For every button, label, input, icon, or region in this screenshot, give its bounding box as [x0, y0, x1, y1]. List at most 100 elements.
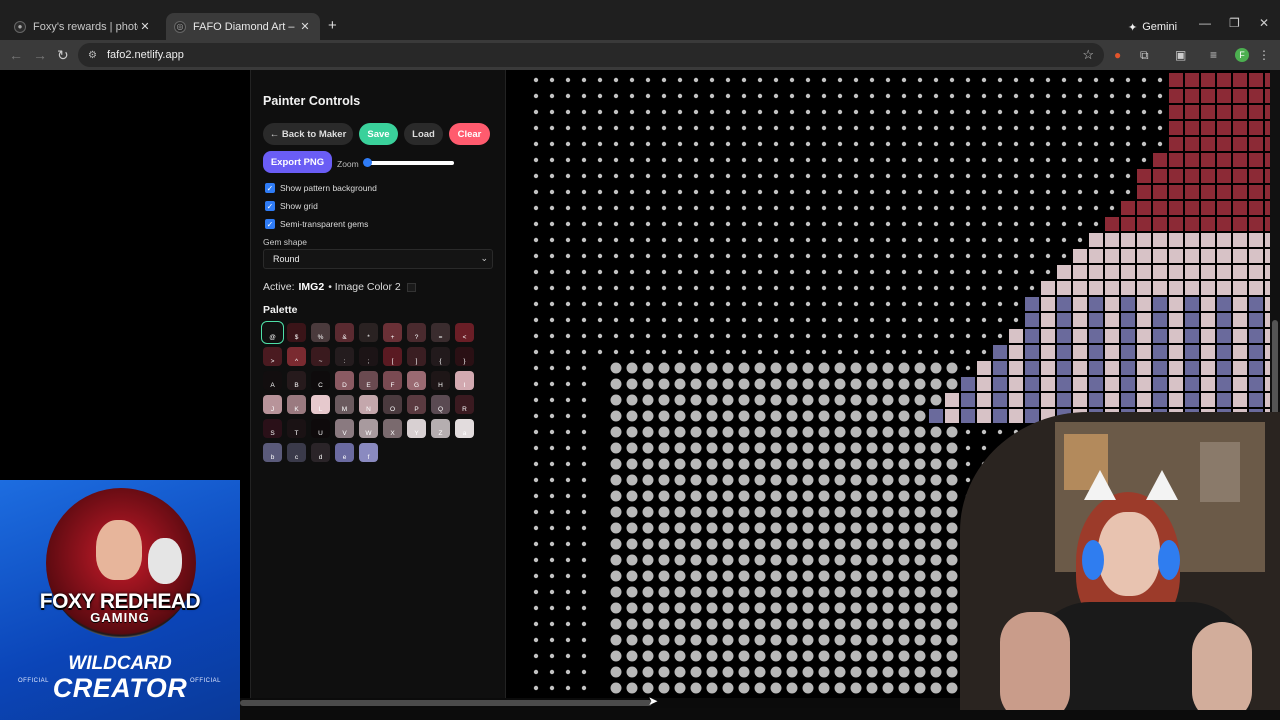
palette-swatch[interactable]: Y — [407, 419, 426, 438]
tab-foxys-rewards[interactable]: ● Foxy's rewards | photos, Goth C ✕ — [6, 13, 160, 40]
semi-transparent-gems-checkbox[interactable]: ✓ Semi-transparent gems — [265, 219, 368, 229]
palette-swatch[interactable]: U — [311, 419, 330, 438]
palette-swatch[interactable]: } — [455, 347, 474, 366]
palette-swatch[interactable]: V — [335, 419, 354, 438]
palette-swatch[interactable]: L — [311, 395, 330, 414]
profile-avatar[interactable]: F — [1235, 48, 1249, 62]
palette-swatch[interactable]: H — [431, 371, 450, 390]
back-icon[interactable]: ← — [9, 47, 23, 63]
palette-swatch[interactable]: d — [311, 443, 330, 462]
zoom-slider[interactable] — [366, 161, 454, 165]
palette-swatch[interactable]: M — [335, 395, 354, 414]
bead — [1141, 109, 1147, 115]
bead — [549, 317, 555, 323]
menu-kebab-icon[interactable]: ⋮ — [1258, 48, 1270, 62]
palette-swatch[interactable]: c — [287, 443, 306, 462]
palette-swatch[interactable]: b — [263, 443, 282, 462]
palette-swatch[interactable]: Z — [431, 419, 450, 438]
palette-swatch[interactable]: f — [359, 443, 378, 462]
horizontal-scroll-thumb[interactable] — [240, 700, 652, 706]
palette-swatch[interactable]: $ — [287, 323, 306, 342]
bookmark-star-icon[interactable]: ☆ — [1082, 47, 1094, 63]
palette-swatch[interactable]: a — [455, 419, 474, 438]
palette-swatch[interactable]: % — [311, 323, 330, 342]
clear-button[interactable]: Clear — [449, 123, 490, 145]
reload-icon[interactable]: ↻ — [57, 47, 69, 64]
palette-swatch[interactable]: ? — [407, 323, 426, 342]
palette-swatch[interactable]: @ — [261, 321, 284, 344]
close-icon[interactable]: ✕ — [298, 20, 312, 33]
palette-swatch[interactable]: G — [407, 371, 426, 390]
palette-swatch[interactable]: = — [431, 323, 450, 342]
minimize-icon[interactable]: — — [1199, 16, 1211, 30]
palette-swatch[interactable]: K — [287, 395, 306, 414]
back-to-maker-button[interactable]: ← Back to Maker — [263, 123, 353, 145]
palette-swatch[interactable]: O — [383, 395, 402, 414]
bead — [658, 586, 670, 598]
bead — [885, 141, 891, 147]
bead — [645, 173, 651, 179]
bead — [626, 410, 638, 422]
palette-swatch[interactable]: < — [455, 323, 474, 342]
palette-swatch[interactable]: X — [383, 419, 402, 438]
palette-swatch[interactable]: I — [455, 371, 474, 390]
zoom-slider-thumb[interactable] — [363, 158, 372, 167]
extension-fox-icon[interactable]: ● — [1114, 48, 1121, 62]
palette-swatch[interactable]: * — [359, 323, 378, 342]
url-input[interactable]: ⚙ fafo2.netlify.app ☆ — [78, 43, 1104, 67]
palette-swatch[interactable]: : — [335, 347, 354, 366]
palette-swatch[interactable]: & — [335, 323, 354, 342]
bead — [901, 157, 907, 163]
palette-swatch[interactable]: ; — [359, 347, 378, 366]
palette-swatch[interactable]: P — [407, 395, 426, 414]
restore-icon[interactable]: ❐ — [1229, 16, 1240, 30]
downloads-icon[interactable]: ≡ — [1210, 48, 1217, 62]
palette-swatch[interactable]: ^ — [287, 347, 306, 366]
palette-swatch[interactable]: W — [359, 419, 378, 438]
checkbox-label: Show grid — [280, 201, 318, 211]
colored-cell — [1025, 297, 1039, 311]
palette-swatch[interactable]: [ — [383, 347, 402, 366]
palette-swatch[interactable]: E — [359, 371, 378, 390]
close-window-icon[interactable]: ✕ — [1259, 16, 1269, 30]
gemini-button[interactable]: ✦ Gemini — [1120, 17, 1185, 37]
palette-swatch[interactable]: ~ — [311, 347, 330, 366]
new-tab-button[interactable]: + — [328, 17, 337, 34]
palette-swatch[interactable]: Q — [431, 395, 450, 414]
palette-swatch[interactable]: A — [263, 371, 282, 390]
tab-fafo-diamond-art[interactable]: ◎ FAFO Diamond Art – Image Col ✕ — [166, 13, 320, 40]
close-icon[interactable]: ✕ — [138, 20, 152, 33]
bead — [709, 173, 715, 179]
media-icon[interactable]: ▣ — [1175, 48, 1186, 62]
bead — [885, 109, 891, 115]
colored-cell — [1025, 393, 1039, 407]
save-button[interactable]: Save — [359, 123, 398, 145]
palette-swatch[interactable]: J — [263, 395, 282, 414]
load-button[interactable]: Load — [404, 123, 443, 145]
export-png-button[interactable]: Export PNG — [263, 151, 332, 173]
palette-swatch[interactable]: F — [383, 371, 402, 390]
palette-swatch[interactable]: C — [311, 371, 330, 390]
palette-swatch[interactable]: N — [359, 395, 378, 414]
show-pattern-background-checkbox[interactable]: ✓ Show pattern background — [265, 183, 377, 193]
bead — [946, 666, 958, 678]
palette-swatch[interactable]: e — [335, 443, 354, 462]
palette-swatch[interactable]: + — [383, 323, 402, 342]
bead — [658, 570, 670, 582]
forward-icon[interactable]: → — [33, 47, 47, 63]
palette-swatch[interactable]: S — [263, 419, 282, 438]
site-info-icon[interactable]: ⚙ — [88, 50, 97, 61]
show-grid-checkbox[interactable]: ✓ Show grid — [265, 201, 318, 211]
gem-shape-select[interactable]: Round ⌄ — [263, 249, 493, 269]
palette-swatch[interactable]: R — [455, 395, 474, 414]
palette-swatch[interactable]: T — [287, 419, 306, 438]
palette-swatch[interactable]: D — [335, 371, 354, 390]
bead — [709, 93, 715, 99]
palette-swatch[interactable]: ] — [407, 347, 426, 366]
palette-swatch[interactable]: { — [431, 347, 450, 366]
bead — [898, 474, 910, 486]
extensions-puzzle-icon[interactable]: ⧉ — [1140, 48, 1149, 63]
bead — [565, 461, 571, 467]
palette-swatch[interactable]: > — [263, 347, 282, 366]
palette-swatch[interactable]: B — [287, 371, 306, 390]
